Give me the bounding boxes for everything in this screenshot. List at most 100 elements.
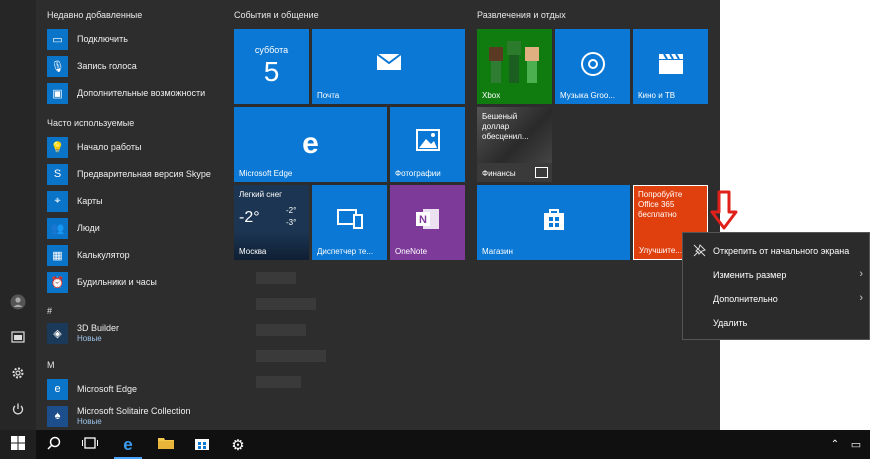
- tile-label: Финансы: [482, 169, 516, 178]
- start-menu: Недавно добавленные ▭ Подключить 🎙 Запис…: [0, 0, 720, 430]
- phone-companion-icon: [312, 207, 387, 234]
- app-label: Начало работы: [77, 142, 142, 152]
- menu-item-resize[interactable]: Изменить размер ›: [683, 263, 869, 287]
- app-label: Подключить: [77, 34, 128, 44]
- notifications-icon[interactable]: ▭: [846, 430, 866, 459]
- app-label: Microsoft Edge: [77, 384, 138, 394]
- faded-row: [256, 324, 306, 336]
- weather-condition: Легкий снег: [239, 190, 283, 199]
- edge-icon: e: [47, 378, 68, 400]
- weather-temperature: -2°: [239, 209, 260, 226]
- tile-mail[interactable]: Почта: [312, 29, 465, 104]
- app-3d-builder[interactable]: ◈ 3D Builder Новые: [47, 320, 227, 346]
- office-promo-text: Попробуйте Office 365 бесплатно: [638, 190, 683, 219]
- 3d-builder-icon: ◈: [47, 322, 68, 344]
- search-button[interactable]: [36, 430, 72, 459]
- power-icon[interactable]: [9, 402, 27, 420]
- menu-item-more[interactable]: Дополнительно ›: [683, 287, 869, 311]
- faded-row: [256, 350, 326, 362]
- taskbar-file-explorer[interactable]: [148, 430, 184, 459]
- tile-weather[interactable]: Легкий снег -2° -2° -3° Москва: [234, 185, 309, 260]
- desktop-background: [720, 0, 870, 430]
- section-m[interactable]: M: [47, 360, 55, 370]
- tile-onenote[interactable]: N OneNote: [390, 185, 465, 260]
- file-explorer-icon[interactable]: [9, 330, 27, 348]
- calendar-date: 5: [263, 56, 280, 87]
- mail-icon: [312, 53, 465, 76]
- app-calculator[interactable]: ▦ Калькулятор: [47, 242, 227, 268]
- menu-item-label: Удалить: [713, 318, 748, 328]
- start-button[interactable]: [0, 430, 36, 459]
- taskbar-edge[interactable]: e: [110, 430, 146, 459]
- xbox-avatar-art: [485, 37, 543, 89]
- app-connect[interactable]: ▭ Подключить: [47, 26, 227, 52]
- section-frequent: Часто используемые: [47, 118, 135, 128]
- group-events-title[interactable]: События и общение: [234, 10, 319, 20]
- tile-movies-tv[interactable]: Кино и ТВ: [633, 29, 708, 104]
- red-arrow-annotation: [710, 190, 738, 230]
- tile-photos[interactable]: Фотографии: [390, 107, 465, 182]
- new-badge: Новые: [77, 417, 102, 426]
- app-list: Недавно добавленные ▭ Подключить 🎙 Запис…: [36, 0, 226, 430]
- app-label: Microsoft Solitaire Collection Новые: [77, 406, 191, 426]
- app-alarms[interactable]: ⏰ Будильники и часы: [47, 269, 227, 295]
- tile-label: OneNote: [395, 247, 428, 256]
- settings-gear-icon[interactable]: [9, 366, 27, 384]
- menu-item-uninstall[interactable]: Удалить: [683, 311, 869, 335]
- tile-store[interactable]: Магазин: [477, 185, 630, 260]
- user-avatar-icon[interactable]: [9, 294, 27, 312]
- tile-label: Фотографии: [395, 169, 441, 178]
- menu-item-label: Дополнительно: [713, 294, 778, 304]
- tile-xbox[interactable]: Xbox: [477, 29, 552, 104]
- app-solitaire[interactable]: ♠ Microsoft Solitaire Collection Новые: [47, 403, 227, 429]
- app-voice-recorder[interactable]: 🎙 Запись голоса: [47, 53, 227, 79]
- app-microsoft-edge[interactable]: e Microsoft Edge: [47, 376, 227, 402]
- taskbar-store[interactable]: [184, 430, 220, 459]
- finance-headline: Бешеный доллар обесценил...: [482, 112, 529, 141]
- app-people[interactable]: 👥 Люди: [47, 215, 227, 241]
- new-badge: Новые: [77, 334, 102, 343]
- task-view-button[interactable]: [72, 430, 108, 459]
- windows-logo-icon: [11, 436, 25, 453]
- app-label: Предварительная версия Skype: [77, 169, 211, 179]
- app-maps[interactable]: ⌖ Карты: [47, 188, 227, 214]
- faded-row: [256, 376, 301, 388]
- chevron-right-icon: ›: [859, 268, 863, 280]
- folder-icon: [157, 436, 175, 453]
- tile-phone-companion[interactable]: Диспетчер те...: [312, 185, 387, 260]
- edge-icon: e: [302, 127, 319, 160]
- people-icon: 👥: [47, 217, 68, 239]
- onenote-icon: N: [390, 207, 465, 236]
- tray-chevron-up-icon[interactable]: ⌃: [826, 430, 844, 459]
- tile-groove-music[interactable]: Музыка Groo...: [555, 29, 630, 104]
- app-label: Запись голоса: [77, 61, 137, 71]
- app-get-started[interactable]: 💡 Начало работы: [47, 134, 227, 160]
- tile-calendar[interactable]: суббота 5: [234, 29, 309, 104]
- chevron-right-icon: ›: [859, 292, 863, 304]
- gear-icon: ⚙: [231, 436, 245, 454]
- svg-text:N: N: [419, 214, 427, 226]
- group-entertainment-title[interactable]: Развлечения и отдых: [477, 10, 566, 20]
- app-label: Калькулятор: [77, 250, 130, 260]
- edge-icon: e: [123, 434, 133, 454]
- menu-item-label: Открепить от начального экрана: [713, 246, 850, 256]
- tiles-area: События и общение Развлечения и отдых су…: [226, 0, 720, 430]
- section-recent: Недавно добавленные: [47, 10, 143, 20]
- taskbar-settings[interactable]: ⚙: [220, 430, 256, 459]
- app-label: Люди: [77, 223, 100, 233]
- tile-label: Почта: [317, 91, 340, 100]
- tile-microsoft-edge[interactable]: e Microsoft Edge: [234, 107, 387, 182]
- section-hash[interactable]: #: [47, 306, 52, 316]
- extras-icon: ▣: [47, 82, 68, 104]
- app-label: Карты: [77, 196, 103, 206]
- maps-icon: ⌖: [47, 190, 68, 212]
- menu-item-unpin[interactable]: Открепить от начального экрана: [683, 239, 869, 263]
- solitaire-icon: ♠: [47, 405, 68, 427]
- app-extras[interactable]: ▣ Дополнительные возможности: [47, 80, 227, 106]
- app-label: Дополнительные возможности: [77, 88, 206, 98]
- app-skype-preview[interactable]: S Предварительная версия Skype: [47, 161, 227, 187]
- unpin-icon: [693, 244, 706, 259]
- tile-finance[interactable]: Бешеный доллар обесценил... Финансы: [477, 107, 552, 182]
- lightbulb-icon: 💡: [47, 136, 68, 158]
- tile-label: Улучшите...: [639, 246, 682, 255]
